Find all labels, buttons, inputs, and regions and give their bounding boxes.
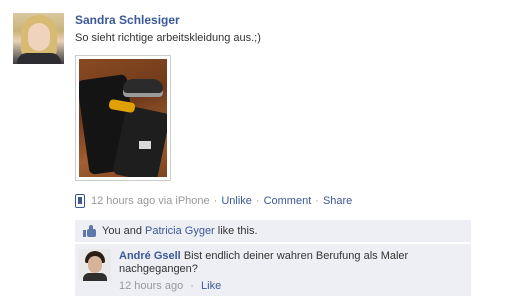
commenter-avatar[interactable] xyxy=(79,249,111,281)
liker-name-link[interactable]: Patricia Gyger xyxy=(145,225,215,237)
photo-stripe xyxy=(139,141,151,149)
comment-meta: 12 hours ago · Like xyxy=(119,280,221,292)
likes-summary: You and Patricia Gyger like this. xyxy=(75,220,471,242)
comment-body: André Gsell Bist endlich deiner wahren B… xyxy=(119,250,463,276)
post-timestamp[interactable]: 12 hours ago via iPhone xyxy=(91,195,210,207)
post-photo[interactable] xyxy=(75,55,171,181)
post-meta-row: 12 hours ago via iPhone · Unlike · Comme… xyxy=(75,193,352,209)
commenter-name-link[interactable]: André Gsell xyxy=(119,250,181,262)
avatar-face xyxy=(28,23,50,51)
comment-like-link[interactable]: Like xyxy=(201,280,221,292)
separator: · xyxy=(190,280,194,292)
separator: · xyxy=(315,195,319,207)
iphone-icon xyxy=(75,194,85,208)
unlike-link[interactable]: Unlike xyxy=(221,195,252,207)
photo-shoe xyxy=(123,79,163,97)
separator: · xyxy=(213,195,218,207)
share-link[interactable]: Share xyxy=(323,195,352,207)
photo-image xyxy=(79,59,167,177)
comment-link[interactable]: Comment xyxy=(264,195,312,207)
avatar-top xyxy=(17,53,61,64)
post-author-link[interactable]: Sandra Schlesiger xyxy=(75,13,180,27)
separator: · xyxy=(255,195,260,207)
thumbs-up-icon xyxy=(83,225,96,237)
comment-item: André Gsell Bist endlich deiner wahren B… xyxy=(75,244,471,296)
author-avatar[interactable] xyxy=(13,13,64,64)
likes-suffix: like this. xyxy=(214,225,258,237)
post-message: So sieht richtige arbeitskleidung aus.;) xyxy=(75,32,261,44)
likes-prefix: You and xyxy=(102,225,146,237)
comment-timestamp[interactable]: 12 hours ago xyxy=(119,280,183,292)
